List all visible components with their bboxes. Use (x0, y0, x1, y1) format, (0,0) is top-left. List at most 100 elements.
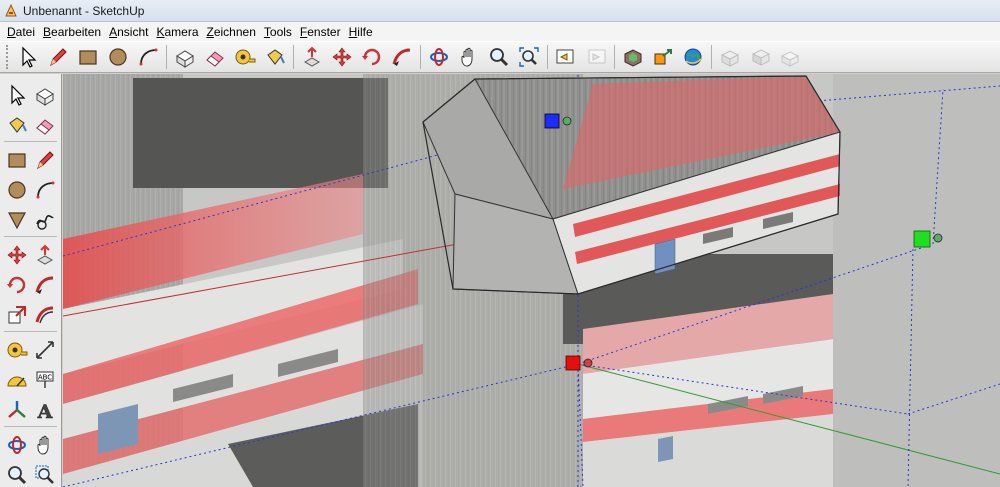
toolbar-google-earth-button[interactable] (678, 43, 708, 71)
palette-row (0, 110, 61, 140)
palette-offset-button[interactable] (31, 301, 59, 329)
select-icon (22, 46, 37, 68)
palette-push-pull-button[interactable] (31, 241, 59, 269)
menu-ansicht[interactable]: Ansicht (105, 25, 152, 39)
menu-tools[interactable]: Tools (260, 25, 296, 39)
toolbar-get-models-button[interactable] (618, 43, 648, 71)
zoom-icon (8, 466, 27, 485)
toolbar-pan-button[interactable] (454, 43, 484, 71)
push-pull-icon (36, 244, 54, 265)
offset-icon (35, 306, 54, 324)
toolbar-select-button[interactable] (13, 43, 43, 71)
palette-rotate-button[interactable] (3, 271, 31, 299)
toolbar-separator (166, 45, 167, 69)
menu-label-rest: earbeiten (51, 24, 102, 39)
palette-make-component-button[interactable] (31, 81, 59, 109)
palette-zoom-window-button[interactable] (31, 461, 59, 487)
palette-pencil-button[interactable] (31, 146, 59, 174)
menu-hilfe[interactable]: Hilfe (345, 25, 377, 39)
toolbar-share-model-button[interactable] (648, 43, 678, 71)
palette-paint-bucket-button[interactable] (3, 111, 31, 139)
toolbar-paint-bucket-button[interactable] (260, 43, 290, 71)
toolbar-circle-button[interactable] (103, 43, 133, 71)
palette-select-button[interactable] (3, 81, 31, 109)
text-tool-label: ABC (38, 374, 52, 382)
toolbar-orbit-button[interactable] (424, 43, 454, 71)
menu-accelerator: B (43, 24, 52, 39)
rectangle-icon (79, 50, 97, 65)
menu-accelerator: A (109, 24, 118, 39)
toolbar-zoom-extents-button[interactable] (514, 43, 544, 71)
toolbar-push-pull-button[interactable] (297, 43, 327, 71)
scene-canvas[interactable] (63, 74, 1000, 487)
palette-follow-me-button[interactable] (31, 271, 59, 299)
palette-eraser-button[interactable] (31, 111, 59, 139)
palette-arc-button[interactable] (31, 176, 59, 204)
toolbar-grip[interactable] (6, 45, 10, 69)
menu-datei[interactable]: Datei (3, 25, 39, 39)
circle-icon (109, 48, 127, 66)
google-earth-icon (684, 48, 702, 66)
palette-row (0, 80, 61, 110)
scale-icon (8, 306, 26, 324)
menu-label-rest: atei (15, 24, 36, 39)
toolbar-pencil-button[interactable] (43, 43, 73, 71)
menu-accelerator: Z (206, 24, 214, 39)
rotate-icon (362, 48, 381, 66)
menu-zeichnen[interactable]: Zeichnen (203, 25, 260, 39)
freehand-icon (36, 215, 54, 230)
palette-dimension-button[interactable] (31, 336, 59, 364)
toolbar-tape-measure-button[interactable] (230, 43, 260, 71)
toolbar-zoom-button[interactable] (484, 43, 514, 71)
palette-circle-button[interactable] (3, 176, 31, 204)
3d-viewport[interactable] (63, 74, 1000, 487)
palette-row (0, 430, 61, 460)
toolbar-arc-button[interactable] (133, 43, 163, 71)
get-models-icon (624, 49, 642, 67)
toolbar-make-component-button[interactable] (170, 43, 200, 71)
menu-bearbeiten[interactable]: Bearbeiten (39, 25, 105, 39)
toolbar-previous-view-button[interactable] (551, 43, 581, 71)
toolbar-component-a-button[interactable] (715, 43, 745, 71)
front-door (654, 238, 676, 275)
toolbar-next-view-button[interactable] (581, 43, 611, 71)
toolbar-follow-me-button[interactable] (387, 43, 417, 71)
toolbar-rectangle-button[interactable] (73, 43, 103, 71)
menu-kamera[interactable]: Kamera (152, 25, 202, 39)
menu-label-rest: enster (307, 24, 341, 39)
palette-move-button[interactable] (3, 241, 31, 269)
palette-row (0, 145, 61, 175)
menu-label-rest: ools (269, 24, 292, 39)
toolbar-rotate-button[interactable] (357, 43, 387, 71)
rectangle-icon (8, 153, 26, 168)
component-b-icon (751, 49, 771, 66)
palette-axes-button[interactable] (3, 396, 31, 424)
orbit-icon (8, 436, 26, 454)
menu-fenster[interactable]: Fenster (296, 25, 345, 39)
palette-3d-text-button[interactable]: A (31, 396, 59, 424)
menu-accelerator: D (7, 24, 16, 39)
toolbar-move-button[interactable] (327, 43, 357, 71)
orbit-icon (430, 48, 448, 66)
toolbar-eraser-button[interactable] (200, 43, 230, 71)
palette-tape-measure-button[interactable] (3, 336, 31, 364)
palette-scale-button[interactable] (3, 301, 31, 329)
palette-text-button[interactable]: ABC (31, 366, 59, 394)
menu-label-rest: nsicht (117, 24, 149, 39)
palette-row (0, 205, 61, 235)
palette-pan-button[interactable] (31, 431, 59, 459)
tool-palette: ABC A (0, 74, 62, 487)
3d-text-icon: A (36, 401, 53, 421)
make-component-icon (36, 88, 54, 106)
menu-label-rest: eichnen (213, 24, 256, 39)
palette-rectangle-button[interactable] (3, 146, 31, 174)
palette-polygon-button[interactable] (3, 206, 31, 234)
palette-zoom-button[interactable] (3, 461, 31, 487)
toolbar-component-c-button[interactable] (775, 43, 805, 71)
toolbar-component-b-button[interactable] (745, 43, 775, 71)
palette-protractor-button[interactable] (3, 366, 31, 394)
palette-orbit-button[interactable] (3, 431, 31, 459)
palette-row: ABC (0, 365, 61, 395)
palette-freehand-button[interactable] (31, 206, 59, 234)
dark-window-upper (133, 78, 388, 188)
